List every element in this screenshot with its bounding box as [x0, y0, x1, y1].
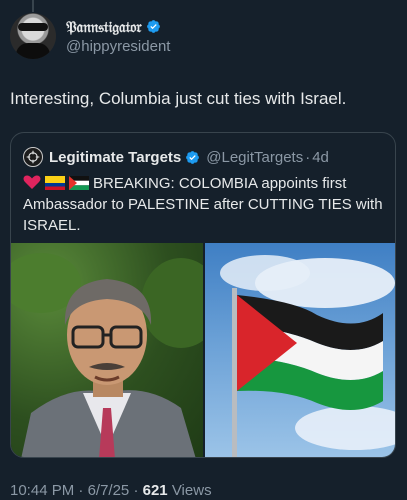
crosshair-icon: [26, 150, 40, 164]
author-avatar[interactable]: [10, 13, 56, 59]
post-author[interactable]: 𝔓𝔞𝔫𝔫𝔰𝔱𝔦𝔤𝔞𝔱𝔬𝔯 @hippyresident: [10, 12, 170, 60]
quoted-author-name[interactable]: Legitimate Targets: [49, 149, 181, 166]
waving-flag-illustration: [220, 255, 395, 457]
quoted-post-header: Legitimate Targets @LegitTargets · 4d: [23, 147, 329, 167]
footer-dot: ·: [78, 482, 84, 499]
quoted-post-age[interactable]: 4d: [312, 149, 329, 166]
media-photo-flag[interactable]: [205, 243, 395, 457]
post-metadata: 10:44 PM · 6/7/25 · 621 Views: [10, 482, 212, 499]
author-name-text[interactable]: 𝔓𝔞𝔫𝔫𝔰𝔱𝔦𝔤𝔞𝔱𝔬𝔯: [66, 18, 142, 36]
quoted-post-media: [11, 243, 395, 457]
quoted-author-avatar[interactable]: [23, 147, 43, 167]
avatar-coat: [16, 43, 50, 59]
author-handle[interactable]: @hippyresident: [66, 38, 170, 55]
views-label: Views: [171, 482, 212, 499]
avatar-hat-brim: [18, 23, 48, 31]
thread-connector-line: [32, 0, 34, 12]
author-text: 𝔓𝔞𝔫𝔫𝔰𝔱𝔦𝔤𝔞𝔱𝔬𝔯 @hippyresident: [66, 18, 170, 55]
quoted-author-handle[interactable]: @LegitTargets: [206, 149, 303, 166]
portrait-illustration: [11, 253, 203, 457]
author-display-name[interactable]: 𝔓𝔞𝔫𝔫𝔰𝔱𝔦𝔤𝔞𝔱𝔬𝔯: [66, 18, 170, 36]
media-photo-portrait[interactable]: [11, 243, 203, 457]
red-heart-icon: [23, 175, 41, 189]
post-time[interactable]: 10:44 PM: [10, 482, 74, 499]
verified-badge-icon: [146, 20, 160, 33]
verified-badge-icon: [186, 150, 200, 164]
views-count[interactable]: 621: [143, 482, 168, 499]
quoted-post-card[interactable]: Legitimate Targets @LegitTargets · 4d BR…: [10, 132, 396, 458]
quoted-separator: ·: [305, 148, 311, 166]
quoted-post-text-block: BREAKING: COLOMBIA appoints first Ambass…: [23, 173, 385, 236]
post-date[interactable]: 6/7/25: [88, 482, 130, 499]
colombia-flag-icon: [45, 176, 65, 190]
post-text: Interesting, Columbia just cut ties with…: [10, 89, 347, 108]
footer-dot: ·: [133, 482, 139, 499]
palestine-flag-icon: [69, 176, 89, 190]
